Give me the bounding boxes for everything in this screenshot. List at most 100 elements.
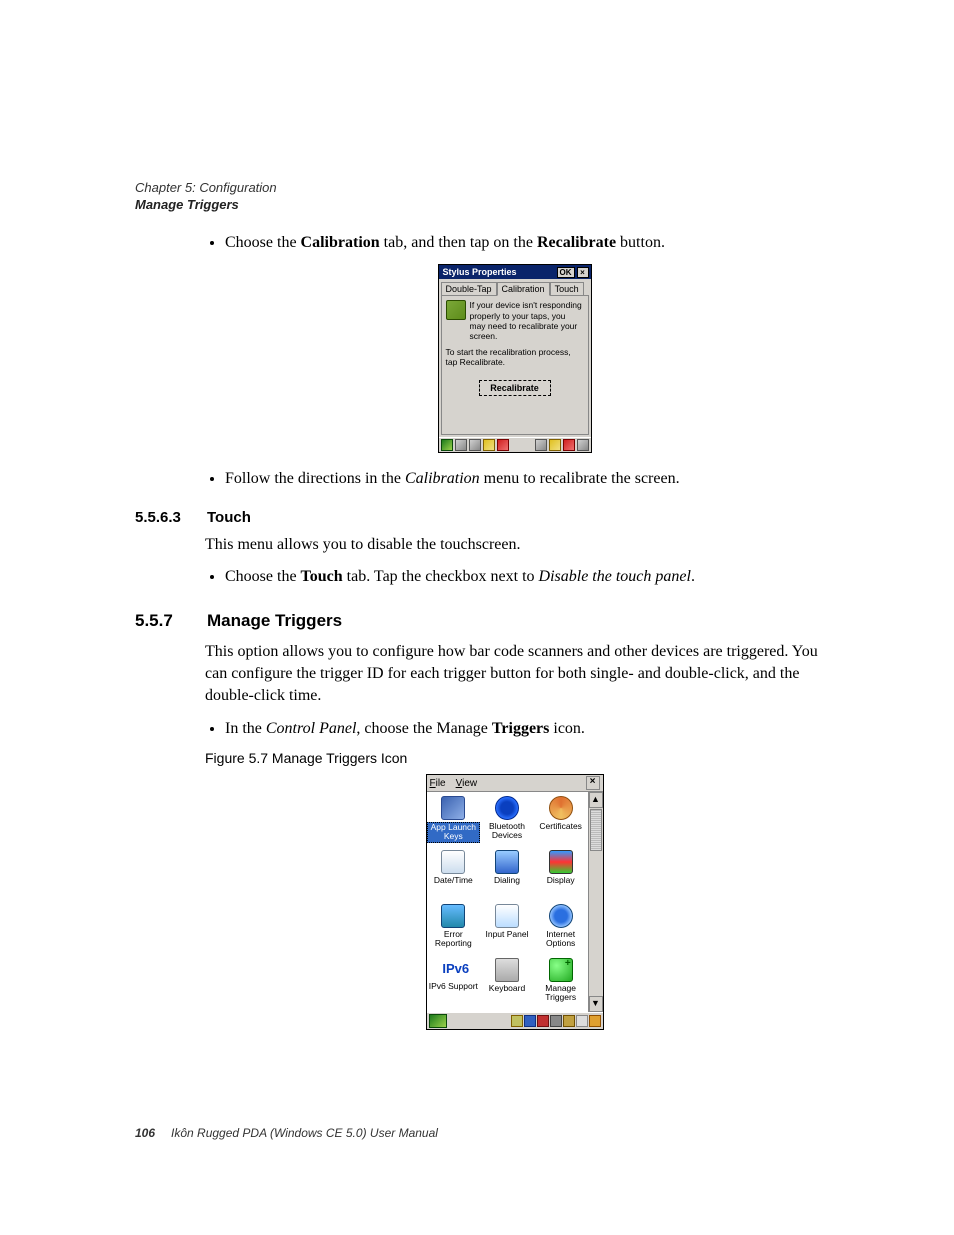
cp-item-keyboard[interactable]: Keyboard <box>480 956 534 1010</box>
menu-file[interactable]: File <box>430 778 446 789</box>
item-label: Internet Options <box>546 929 575 948</box>
text: icon. <box>549 720 585 737</box>
heading-title: Touch <box>207 509 251 526</box>
tray-icon[interactable] <box>483 439 495 451</box>
cp-item-certificates[interactable]: Certificates <box>534 794 588 848</box>
tray-icon[interactable] <box>576 1015 588 1027</box>
tray-icon[interactable] <box>589 1015 601 1027</box>
tray-icon[interactable] <box>511 1015 523 1027</box>
datetime-icon <box>441 850 465 874</box>
heading-number: 5.5.6.3 <box>135 509 207 526</box>
text: , choose the Manage <box>356 720 492 737</box>
item-label: Error Reporting <box>435 929 472 948</box>
item-label: Input Panel <box>485 929 528 939</box>
close-button[interactable]: × <box>586 776 600 790</box>
text: tab. Tap the checkbox next to <box>343 568 539 585</box>
tray-icon[interactable] <box>524 1015 536 1027</box>
figure-caption: Figure 5.7 Manage Triggers Icon <box>205 750 824 766</box>
text-italic: Control Panel <box>266 720 357 737</box>
text-bold: Touch <box>301 568 343 585</box>
error-reporting-icon <box>441 904 465 928</box>
titlebar: Stylus Properties OK × <box>439 265 591 279</box>
cp-item-error-reporting[interactable]: Error Reporting <box>427 902 481 956</box>
menu-bar: File View × <box>427 775 603 792</box>
text: Follow the directions in the <box>225 470 405 487</box>
scroll-down-button[interactable]: ▼ <box>589 996 603 1012</box>
cp-item-manage-triggers[interactable]: Manage Triggers <box>534 956 588 1010</box>
stylus-properties-screenshot: Stylus Properties OK × Double-Tap Calibr… <box>438 264 592 453</box>
manage-triggers-icon <box>549 958 573 982</box>
page-footer: 106Ikôn Rugged PDA (Windows CE 5.0) User… <box>135 1126 438 1140</box>
stylus-icon <box>446 300 466 320</box>
text: button. <box>616 234 665 251</box>
tray-icon[interactable] <box>563 439 575 451</box>
ipv6-icon: IPv6 <box>442 958 464 980</box>
item-label: Keyboard <box>489 983 525 993</box>
scrollbar[interactable]: ▲ ▼ <box>588 792 603 1012</box>
cp-item-dialing[interactable]: Dialing <box>480 848 534 902</box>
tab-double-tap[interactable]: Double-Tap <box>441 282 497 296</box>
text-bold: Recalibrate <box>537 234 616 251</box>
keyboard-icon <box>495 958 519 982</box>
cp-item-display[interactable]: Display <box>534 848 588 902</box>
scroll-thumb[interactable] <box>590 809 602 851</box>
cp-item-ipv6[interactable]: IPv6IPv6 Support <box>427 956 481 1010</box>
certificates-icon <box>549 796 573 820</box>
item-label: App Launch Keys <box>427 822 481 843</box>
bluetooth-icon <box>495 796 519 820</box>
recalibrate-button[interactable]: Recalibrate <box>479 380 551 396</box>
heading-title: Manage Triggers <box>207 611 342 630</box>
cp-item-internet-options[interactable]: Internet Options <box>534 902 588 956</box>
tray-icon[interactable] <box>563 1015 575 1027</box>
cp-item-bluetooth[interactable]: Bluetooth Devices <box>480 794 534 848</box>
control-panel-grid: App Launch Keys Bluetooth Devices Certif… <box>427 792 588 1012</box>
tray-icon[interactable] <box>469 439 481 451</box>
instruction-bullet: Choose the Calibration tab, and then tap… <box>225 232 824 254</box>
ok-button[interactable]: OK <box>557 267 575 278</box>
item-label: Certificates <box>539 821 582 831</box>
tray-icon[interactable] <box>535 439 547 451</box>
tray-icon[interactable] <box>549 439 561 451</box>
item-label: Dialing <box>494 875 520 885</box>
input-panel-icon <box>495 904 519 928</box>
text-italic: Disable the touch panel <box>539 568 691 585</box>
item-label: Date/Time <box>434 875 473 885</box>
start-icon[interactable] <box>441 439 453 451</box>
heading-number: 5.5.7 <box>135 611 207 631</box>
header-chapter: Chapter 5: Configuration <box>135 180 824 195</box>
cp-item-datetime[interactable]: Date/Time <box>427 848 481 902</box>
control-panel-screenshot: File View × App Launch Keys Bluetooth De… <box>426 774 604 1030</box>
taskbar <box>439 437 591 452</box>
text: . <box>691 568 695 585</box>
text: Choose the <box>225 234 301 251</box>
tab-calibration[interactable]: Calibration <box>497 282 550 296</box>
dialing-icon <box>495 850 519 874</box>
app-launch-icon <box>441 796 465 820</box>
cp-item-input-panel[interactable]: Input Panel <box>480 902 534 956</box>
tray-icon[interactable] <box>550 1015 562 1027</box>
header-section: Manage Triggers <box>135 197 824 212</box>
start-icon[interactable] <box>429 1014 447 1028</box>
scroll-track[interactable] <box>589 852 603 996</box>
window-title: Stylus Properties <box>441 267 557 277</box>
scroll-up-button[interactable]: ▲ <box>589 792 603 808</box>
cp-item-app-launch-keys[interactable]: App Launch Keys <box>427 794 481 848</box>
close-button[interactable]: × <box>577 267 589 278</box>
page-number: 106 <box>135 1126 171 1140</box>
menu-view[interactable]: View <box>456 778 478 789</box>
footer-text: Ikôn Rugged PDA (Windows CE 5.0) User Ma… <box>171 1126 438 1140</box>
item-label: Display <box>547 875 575 885</box>
tray-icon[interactable] <box>577 439 589 451</box>
tray-icon[interactable] <box>455 439 467 451</box>
heading-5.5.7: 5.5.7Manage Triggers <box>135 611 824 631</box>
taskbar <box>427 1012 603 1029</box>
tray-icon[interactable] <box>537 1015 549 1027</box>
tray-icon[interactable] <box>497 439 509 451</box>
instruction-bullet: Choose the Touch tab. Tap the checkbox n… <box>225 566 824 588</box>
tab-touch[interactable]: Touch <box>550 282 584 296</box>
text: tab, and then tap on the <box>380 234 537 251</box>
paragraph: This menu allows you to disable the touc… <box>205 534 824 556</box>
calibration-instruction: To start the recalibration process, tap … <box>446 347 584 367</box>
tab-panel: If your device isn't responding properly… <box>441 295 589 435</box>
display-icon <box>549 850 573 874</box>
